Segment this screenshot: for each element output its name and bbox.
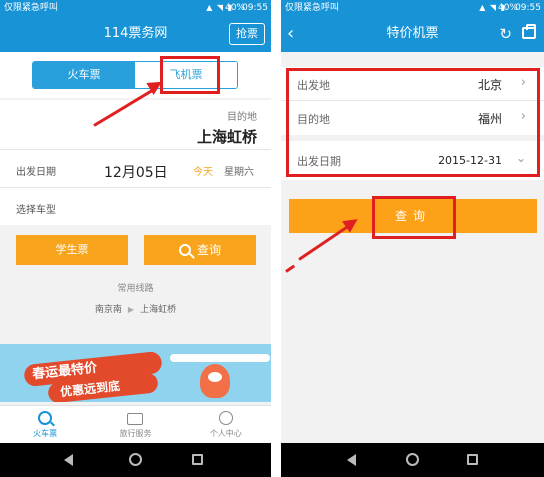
arrow-right-icon: ▶ xyxy=(127,305,135,314)
system-nav-bar xyxy=(281,443,544,477)
carrier-text: 仅限紧急呼叫 xyxy=(285,3,340,13)
weekday-label: 星期六 xyxy=(224,167,254,178)
search-icon xyxy=(38,411,53,425)
nav-label: 火车票 xyxy=(33,429,58,438)
nav-train-ticket[interactable]: 火车票 xyxy=(0,406,90,443)
common-route-item[interactable]: 南京南 ▶ 上海虹桥 xyxy=(0,302,271,315)
query-button[interactable]: 查询 xyxy=(144,235,256,265)
person-icon xyxy=(218,411,233,425)
banner-wave-decoration xyxy=(170,354,270,362)
briefcase-icon xyxy=(127,413,144,425)
route-to: 上海虹桥 xyxy=(140,305,177,315)
mascot-icon xyxy=(200,364,230,398)
date-value[interactable]: 12月05日 xyxy=(104,162,168,182)
app-bar: 114票务网 抢票 xyxy=(0,16,271,52)
destination-label: 目的地 xyxy=(227,112,257,123)
home-nav-icon[interactable] xyxy=(406,453,419,466)
common-routes-title: 常用线路 xyxy=(117,284,154,294)
nav-travel-service[interactable]: 旅行服务 xyxy=(90,406,180,443)
briefcase-icon[interactable] xyxy=(522,24,536,39)
ticket-type-area: 火车票 飞机票 xyxy=(0,52,271,98)
system-nav-bar xyxy=(0,443,271,477)
tab-train-ticket[interactable]: 火车票 xyxy=(33,62,135,88)
status-bar: 仅限紧急呼叫 ▲ ◥ ▮ 40% 09:55 xyxy=(281,0,544,16)
destination-value[interactable]: 上海虹桥 xyxy=(197,126,257,147)
highlight-box-flight-form xyxy=(286,68,540,177)
bottom-nav: 火车票 旅行服务 个人中心 xyxy=(0,405,271,443)
seat-type-label: 选择车型 xyxy=(16,205,56,216)
back-nav-icon[interactable] xyxy=(64,454,73,466)
search-icon xyxy=(178,244,191,256)
recents-nav-icon[interactable] xyxy=(467,454,478,465)
time-text: 09:55 xyxy=(515,3,541,13)
student-ticket-button[interactable]: 学生票 xyxy=(16,235,128,265)
query-button-label: 查询 xyxy=(196,243,221,257)
time-text: 09:55 xyxy=(242,3,268,13)
search-form: 目的地 上海虹桥 出发日期 12月05日 今天 星期六 选择车型 xyxy=(0,100,271,225)
carrier-text: 仅限紧急呼叫 xyxy=(4,3,59,13)
highlight-box-flight-tab xyxy=(160,56,220,94)
highlight-box-query-button xyxy=(372,196,456,239)
promo-banner[interactable]: 春运最特价 优惠远到底 xyxy=(0,344,271,402)
nav-personal-center[interactable]: 个人中心 xyxy=(181,406,271,443)
date-label: 出发日期 xyxy=(16,167,56,178)
route-from: 南京南 xyxy=(94,305,122,315)
app-bar: ‹ 特价机票 ↻ xyxy=(281,16,544,52)
route-row[interactable]: 目的地 上海虹桥 xyxy=(0,100,271,150)
nav-label: 旅行服务 xyxy=(119,429,152,438)
back-nav-icon[interactable] xyxy=(347,454,356,466)
nav-label: 个人中心 xyxy=(209,429,242,438)
seat-type-row[interactable]: 选择车型 xyxy=(0,188,271,225)
today-label: 今天 xyxy=(193,167,213,178)
grab-ticket-button[interactable]: 抢票 xyxy=(229,23,265,45)
home-nav-icon[interactable] xyxy=(129,453,142,466)
status-bar: 仅限紧急呼叫 ▲ ◥ ▮ 40% 09:55 xyxy=(0,0,271,16)
refresh-icon[interactable]: ↻ xyxy=(499,16,512,52)
recents-nav-icon[interactable] xyxy=(192,454,203,465)
phone-screen-train: 仅限紧急呼叫 ▲ ◥ ▮ 40% 09:55 114票务网 抢票 火车票 飞机票… xyxy=(0,0,271,477)
